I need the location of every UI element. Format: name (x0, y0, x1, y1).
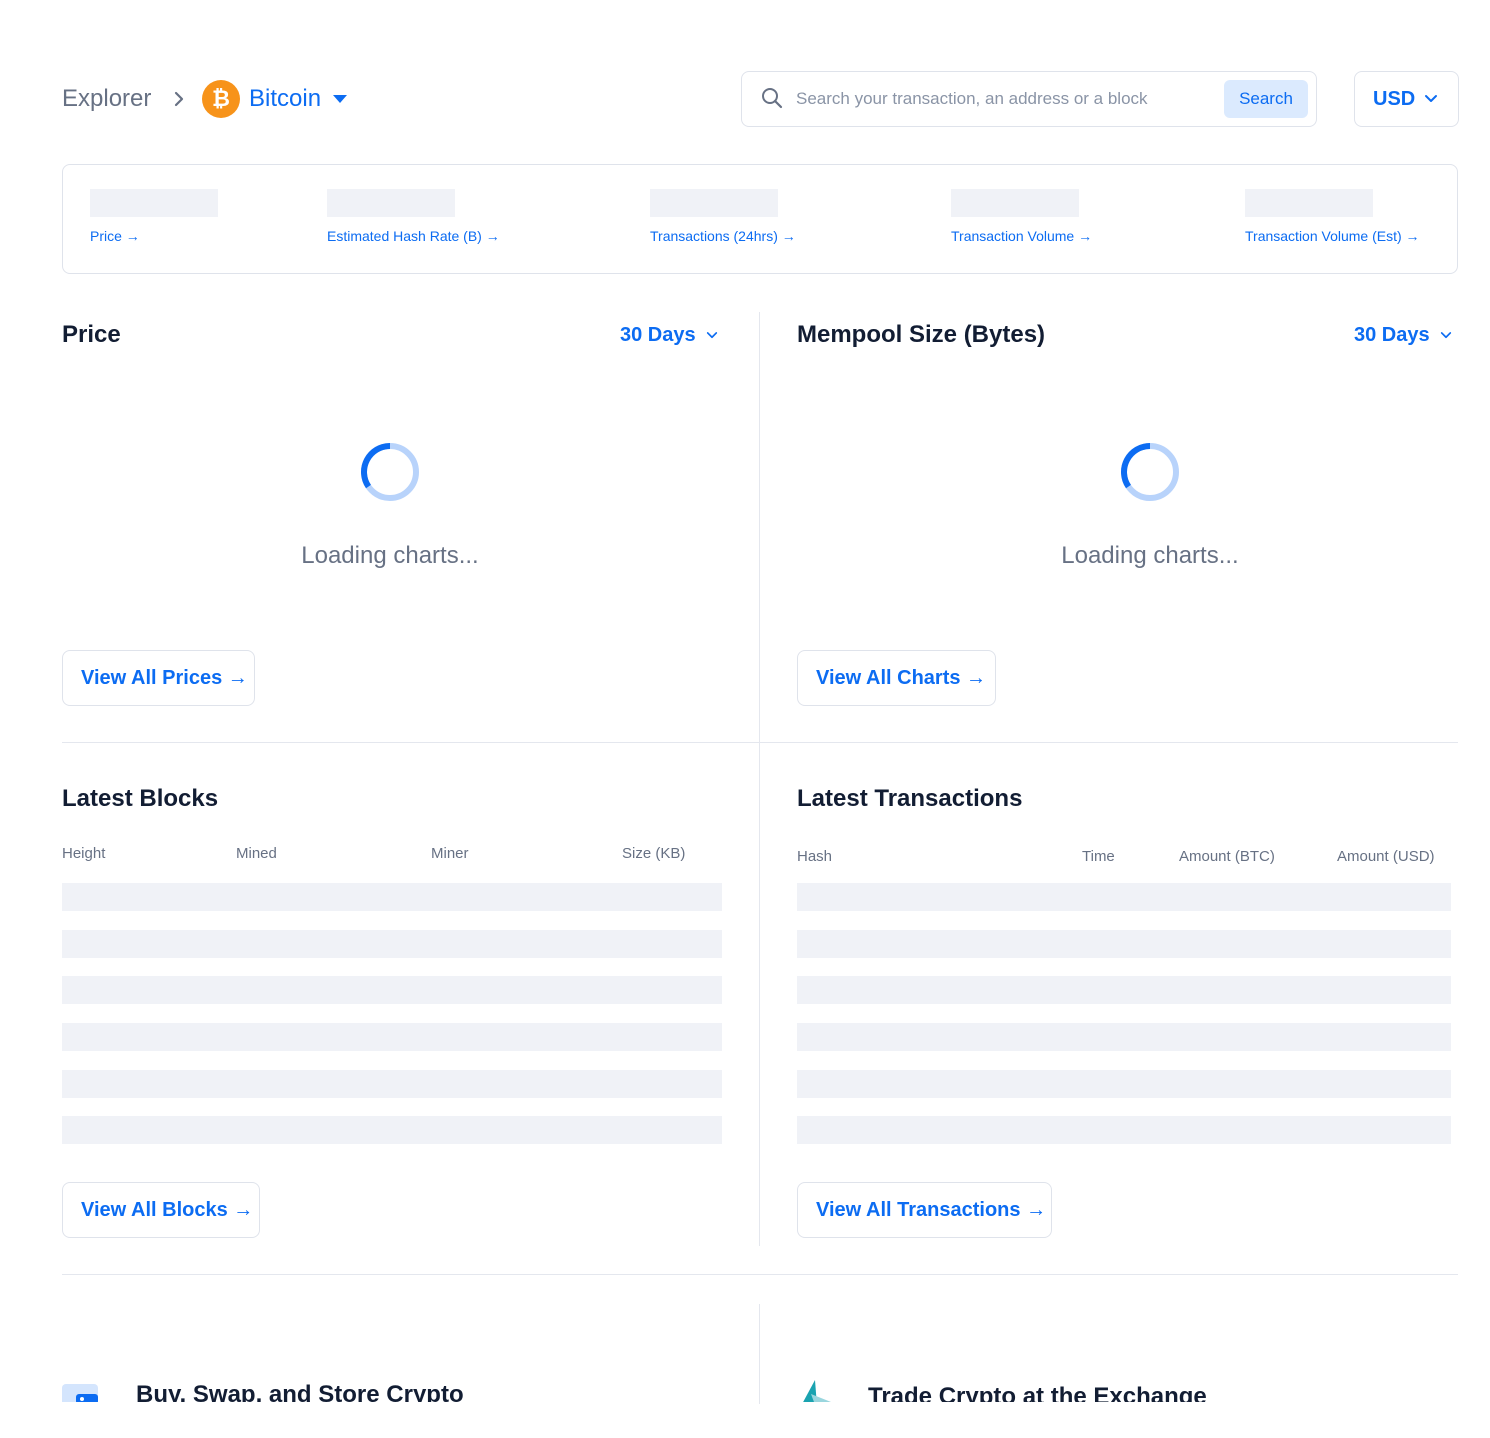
loading-charts-text: Loading charts... (1061, 542, 1239, 569)
loading-charts-text: Loading charts... (301, 542, 479, 569)
chevron-down-icon (706, 332, 718, 339)
view-all-transactions-button[interactable]: View All Transactions → (797, 1182, 1052, 1238)
exchange-logo-icon (803, 1380, 831, 1402)
column-header-size: Size (KB) (622, 845, 686, 862)
stat-link-transactions[interactable]: Transactions (24hrs) → (650, 227, 796, 245)
loading-spinner-icon (361, 443, 419, 501)
wallet-icon (62, 1384, 98, 1402)
stat-value-skeleton (1245, 189, 1373, 217)
column-header-hash: Hash (797, 848, 833, 865)
search-input[interactable] (796, 84, 1216, 114)
latest-transactions-title: Latest Transactions (797, 785, 1023, 812)
table-row-skeleton (62, 976, 722, 1004)
stat-link-transaction-volume[interactable]: Transaction Volume → (951, 227, 1092, 245)
promo-section: Buy, Swap, and Store Crypto Trade Crypto… (0, 1300, 1490, 1402)
loading-spinner-icon (1121, 443, 1179, 501)
currency-label: USD (1373, 88, 1416, 110)
stats-bar (62, 164, 1458, 274)
mempool-panel-title: Mempool Size (Bytes) (797, 321, 1046, 348)
search-button[interactable]: Search (1224, 80, 1308, 118)
table-row-skeleton (797, 1023, 1451, 1051)
column-header-miner: Miner (431, 845, 469, 862)
latest-blocks-title: Latest Blocks (62, 785, 219, 812)
breadcrumb-explorer[interactable]: Explorer (62, 84, 151, 114)
table-row-skeleton (62, 930, 722, 958)
chevron-right-icon (174, 91, 184, 107)
stat-link-transaction-volume-est[interactable]: Transaction Volume (Est) → (1245, 227, 1420, 245)
table-row-skeleton (797, 930, 1451, 958)
mempool-range-selector[interactable]: 30 Days (1354, 322, 1430, 348)
table-row-skeleton (62, 883, 722, 911)
view-all-prices-button[interactable]: View All Prices → (62, 650, 255, 706)
stat-link-price[interactable]: Price → (90, 227, 140, 245)
stat-value-skeleton (650, 189, 778, 217)
promo-title-exchange[interactable]: Trade Crypto at the Exchange (868, 1382, 1207, 1402)
stat-value-skeleton (951, 189, 1079, 217)
table-row-skeleton (797, 883, 1451, 911)
caret-down-icon[interactable] (333, 95, 347, 103)
chevron-down-icon (1440, 332, 1452, 339)
price-panel-title: Price (62, 321, 121, 348)
coin-selector[interactable]: Bitcoin (249, 84, 321, 114)
table-row-skeleton (797, 1116, 1451, 1144)
table-row-skeleton (797, 1070, 1451, 1098)
column-header-time: Time (1082, 848, 1115, 865)
view-all-charts-button[interactable]: View All Charts → (797, 650, 996, 706)
stat-link-hash-rate[interactable]: Estimated Hash Rate (B) → (327, 227, 500, 245)
search-icon (762, 88, 783, 109)
column-header-amount-btc: Amount (BTC) (1179, 848, 1275, 865)
chevron-down-icon (1425, 95, 1437, 102)
table-row-skeleton (62, 1070, 722, 1098)
column-header-mined: Mined (236, 845, 277, 862)
bitcoin-logo-icon: ₿ (202, 80, 240, 118)
view-all-blocks-button[interactable]: View All Blocks → (62, 1182, 260, 1238)
table-row-skeleton (62, 1116, 722, 1144)
column-divider (759, 312, 760, 1246)
promo-title-wallet[interactable]: Buy, Swap, and Store Crypto (136, 1380, 464, 1402)
stat-value-skeleton (90, 189, 218, 217)
table-row-skeleton (62, 1023, 722, 1051)
row-divider (62, 742, 1458, 743)
section-divider (62, 1274, 1458, 1275)
price-range-selector[interactable]: 30 Days (620, 322, 696, 348)
column-header-height: Height (62, 845, 106, 862)
column-header-amount-usd: Amount (USD) (1337, 848, 1435, 865)
stat-value-skeleton (327, 189, 455, 217)
table-row-skeleton (797, 976, 1451, 1004)
